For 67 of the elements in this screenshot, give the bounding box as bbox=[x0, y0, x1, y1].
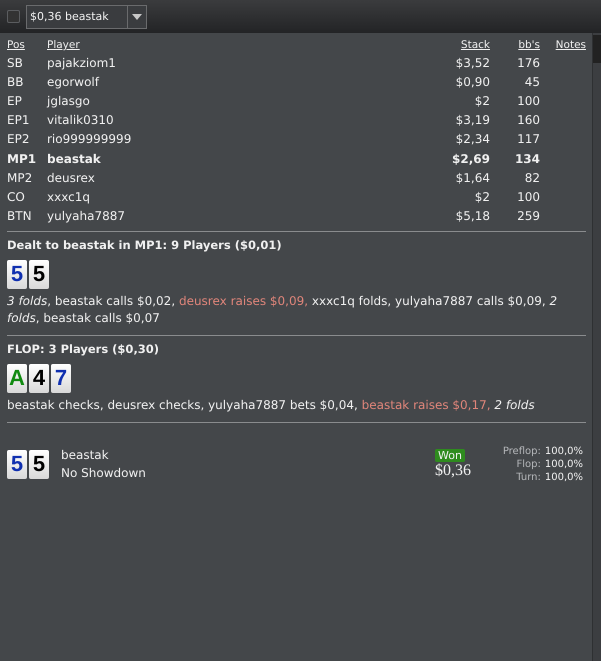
column-header[interactable]: Pos bbox=[7, 39, 25, 51]
table-cell: EP2 bbox=[7, 132, 30, 146]
playing-card: 4 bbox=[29, 364, 49, 393]
checkbox[interactable] bbox=[7, 10, 20, 23]
table-cell: 160 bbox=[517, 113, 540, 128]
table-cell: $1,64 bbox=[456, 170, 490, 185]
equity-label: Flop: bbox=[516, 458, 541, 471]
playing-card: 5 bbox=[7, 260, 27, 289]
table-cell: $0,90 bbox=[456, 74, 490, 89]
column-header[interactable]: bb's bbox=[518, 39, 540, 51]
playing-card: 5 bbox=[29, 260, 49, 289]
scroll-thumb[interactable] bbox=[593, 35, 601, 63]
equity-label: Preflop: bbox=[502, 444, 541, 458]
table-cell: SB bbox=[7, 56, 23, 70]
table-cell: jglasgo bbox=[47, 94, 90, 108]
equity-value: 100,0% bbox=[544, 444, 583, 458]
table-cell: $2,69 bbox=[452, 152, 490, 166]
scrollbar[interactable] bbox=[592, 33, 601, 661]
equity-value: 100,0% bbox=[544, 458, 583, 471]
table-cell: deusrex bbox=[47, 170, 95, 185]
street-title: FLOP: 3 Players ($0,30) bbox=[7, 342, 160, 356]
table-cell: vitalik0310 bbox=[47, 113, 114, 128]
table-cell: 82 bbox=[524, 170, 540, 185]
equity-value: 100,0% bbox=[544, 470, 583, 484]
table-cell: $2,34 bbox=[456, 132, 490, 146]
table-cell: MP1 bbox=[7, 152, 36, 166]
showdown-text: No Showdown bbox=[61, 465, 147, 482]
won-badge: Won bbox=[435, 448, 465, 462]
caret-icon bbox=[132, 14, 142, 20]
table-cell: xxxc1q bbox=[47, 190, 90, 204]
table-cell: $2 bbox=[474, 94, 490, 108]
table-cell: $3,19 bbox=[456, 113, 490, 128]
table-cell: EP1 bbox=[7, 113, 30, 128]
playing-card: 7 bbox=[51, 364, 71, 393]
table-cell: $2 bbox=[474, 190, 490, 204]
column-header[interactable]: Stack bbox=[460, 39, 490, 51]
table-cell: BB bbox=[7, 74, 24, 89]
table-cell: BTN bbox=[7, 209, 32, 224]
street-title: Dealt to beastak in MP1: 9 Players ($0,01) bbox=[7, 238, 283, 252]
table-cell: EP bbox=[7, 94, 22, 108]
hand-dropdown[interactable]: $0,36 beastak bbox=[26, 4, 147, 28]
table-cell: 100 bbox=[517, 94, 540, 108]
playing-card: 5 bbox=[7, 450, 27, 479]
table-cell: beastak bbox=[47, 152, 101, 166]
table-cell: egorwolf bbox=[47, 74, 99, 89]
player-name: beastak bbox=[61, 447, 110, 464]
table-cell: rio999999999 bbox=[47, 132, 132, 146]
playing-card: 5 bbox=[29, 450, 49, 479]
table-cell: yulyaha7887 bbox=[47, 209, 125, 224]
table-cell: $5,18 bbox=[456, 209, 490, 224]
action-text: 3 folds, beastak calls $0,02, deusrex raises $0,09, xxxc1q folds, yulyaha7887 calls $0,09, 2 folds, beastak calls $0,07 bbox=[7, 292, 558, 327]
table-cell: 45 bbox=[524, 74, 540, 89]
action-text: beastak checks, deusrex checks, yulyaha7887 bets $0,04, beastak raises $0,17, 2 folds bbox=[7, 396, 536, 414]
playing-card: A bbox=[7, 364, 27, 393]
won-amount: $0,36 bbox=[435, 462, 471, 480]
table-cell: 117 bbox=[517, 132, 540, 146]
table-cell: 176 bbox=[517, 56, 540, 70]
table-cell: 134 bbox=[514, 152, 540, 166]
table-cell: 259 bbox=[517, 209, 540, 224]
table-cell: 100 bbox=[517, 190, 540, 204]
table-cell: pajakziom1 bbox=[47, 56, 116, 70]
column-header[interactable]: Notes bbox=[556, 39, 586, 51]
table-cell: MP2 bbox=[7, 170, 32, 185]
column-header[interactable]: Player bbox=[47, 39, 80, 51]
table-cell: CO bbox=[7, 190, 25, 204]
table-cell: $3,52 bbox=[456, 56, 490, 70]
equity-label: Turn: bbox=[516, 470, 541, 484]
